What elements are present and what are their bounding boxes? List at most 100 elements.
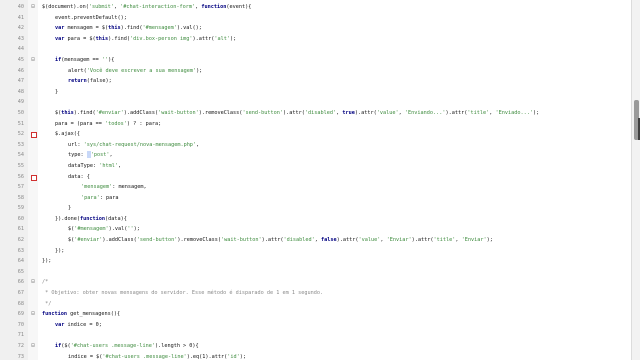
- code-line[interactable]: 58 'para': para: [0, 193, 630, 204]
- code-text[interactable]: type: 'post',: [68, 150, 113, 161]
- line-number: 60: [17, 215, 24, 222]
- code-token: ).val(: [108, 226, 128, 233]
- code-line[interactable]: 45 ⊟ if(mensagem == ''){: [0, 55, 630, 66]
- code-text[interactable]: });: [42, 256, 51, 267]
- code-text[interactable]: dataType: 'html',: [68, 161, 121, 172]
- code-line[interactable]: 59}: [0, 203, 630, 214]
- code-token: function: [42, 311, 67, 318]
- code-lines[interactable]: 40 ⊟ $(document).on('submit', '#chat-inter…: [0, 2, 630, 362]
- code-token: indice = $(: [68, 353, 103, 360]
- code-text[interactable]: 'para': para: [81, 193, 119, 204]
- code-line[interactable]: 46 alert('Você deve escrever a sua mensag…: [0, 66, 630, 77]
- code-line[interactable]: 47 return(false);: [0, 76, 630, 87]
- code-text[interactable]: if($('#chat-users .message-line').length…: [55, 341, 199, 352]
- code-line[interactable]: 70 var indice = 0;: [0, 320, 630, 331]
- code-line[interactable]: 50 $(this).find('#enviar').addClass('wait…: [0, 108, 630, 119]
- line-number: 44: [17, 46, 24, 53]
- code-text[interactable]: }: [68, 203, 71, 214]
- code-text[interactable]: /*: [42, 277, 48, 288]
- fold-toggle-icon[interactable]: ⊟: [30, 279, 36, 285]
- code-line[interactable]: 49: [0, 97, 630, 108]
- code-text[interactable]: $(this).find('#enviar').addClass('wait-b…: [55, 108, 539, 119]
- code-line[interactable]: 56 data: {: [0, 172, 630, 183]
- code-text[interactable]: * Objetivo: obter novas mensagens do ser…: [42, 288, 323, 299]
- breakpoint-icon[interactable]: [31, 132, 37, 139]
- code-line[interactable]: 71: [0, 330, 630, 341]
- code-token: var: [55, 321, 65, 328]
- line-number: 43: [17, 35, 24, 42]
- code-editor[interactable]: 40 ⊟ $(document).on('submit', '#chat-inter…: [0, 0, 640, 360]
- code-text[interactable]: para = (para == 'todos') ? : para;: [55, 119, 161, 130]
- code-text[interactable]: alert('Você deve escrever a sua mensagem…: [68, 66, 202, 77]
- code-line[interactable]: 60 }).done(function(data){: [0, 214, 630, 225]
- code-text[interactable]: event.preventDefault();: [55, 13, 127, 24]
- breakpoint-icon[interactable]: [31, 174, 37, 181]
- code-token: 'todos': [104, 120, 127, 127]
- line-number: 65: [17, 268, 24, 275]
- line-number: 56: [17, 173, 24, 180]
- code-token: 'value': [358, 237, 381, 244]
- code-token: true: [342, 109, 355, 116]
- code-text[interactable]: $('#enviar').addClass('send-button').rem…: [68, 235, 493, 246]
- code-text[interactable]: }).done(function(data){: [55, 214, 127, 225]
- line-number: 53: [17, 141, 24, 148]
- code-text[interactable]: return(false);: [68, 76, 112, 87]
- fold-toggle-icon[interactable]: ⊟: [30, 56, 36, 63]
- code-text[interactable]: });: [55, 246, 64, 257]
- code-line[interactable]: 72 ⊟ if($('#chat-users .message-line').len…: [0, 341, 630, 352]
- code-line[interactable]: 43 var para = $(this).find('div.box-perso…: [0, 34, 630, 45]
- code-token: 'wait-button': [158, 109, 199, 116]
- code-token: mensagem = $(: [64, 25, 109, 32]
- code-line[interactable]: 52 $.ajax({: [0, 129, 630, 140]
- code-line[interactable]: 51 para = (para == 'todos') ? : para;: [0, 119, 630, 130]
- code-token: para = (para ==: [55, 120, 105, 127]
- code-token: indice = 0;: [64, 321, 102, 328]
- code-text[interactable]: var indice = 0;: [55, 320, 102, 331]
- code-token: event.preventDefault();: [55, 14, 127, 21]
- code-token: 'alt': [214, 35, 230, 42]
- code-line[interactable]: 61 $('#mensagem').val('');: [0, 224, 630, 235]
- code-text[interactable]: var mensagem = $(this).find('#mensagem')…: [55, 23, 202, 34]
- fold-toggle-icon[interactable]: ⊟: [30, 311, 36, 317]
- vertical-scrollbar[interactable]: [631, 0, 640, 360]
- code-token: ).removeClass(: [198, 109, 243, 116]
- code-line[interactable]: 73 indice = $('#chat-users .message-line'…: [0, 352, 630, 362]
- code-text[interactable]: var para = $(this).find('div.box-person …: [55, 34, 236, 45]
- code-line[interactable]: 55 dataType: 'html',: [0, 161, 630, 172]
- code-line[interactable]: 63});: [0, 246, 630, 257]
- code-text[interactable]: $.ajax({: [55, 129, 80, 140]
- code-line[interactable]: 40 ⊟ $(document).on('submit', '#chat-inter…: [0, 2, 630, 13]
- code-line[interactable]: 42 var mensagem = $(this).find('#mensagem…: [0, 23, 630, 34]
- line-number: 49: [17, 99, 24, 106]
- code-line[interactable]: 48}: [0, 87, 630, 98]
- code-line[interactable]: 62 $('#enviar').addClass('send-button').r…: [0, 235, 630, 246]
- code-text[interactable]: url: 'sys/chat-request/nova-mensagem.php…: [68, 140, 199, 151]
- code-text[interactable]: function get_mensagens(){: [42, 309, 120, 320]
- line-number: 67: [17, 290, 24, 297]
- code-line[interactable]: 68 */: [0, 299, 630, 310]
- code-text[interactable]: $('#mensagem').val('');: [68, 224, 140, 235]
- code-line[interactable]: 44: [0, 44, 630, 55]
- code-line[interactable]: 67 * Objetivo: obter novas mensagens do …: [0, 288, 630, 299]
- code-text[interactable]: $(document).on('submit', '#chat-interact…: [42, 2, 251, 13]
- line-number: 68: [17, 300, 24, 307]
- code-line[interactable]: 65: [0, 267, 630, 278]
- code-token: return: [68, 78, 87, 85]
- fold-toggle-icon[interactable]: ⊟: [30, 4, 36, 10]
- code-line[interactable]: 41 event.preventDefault();: [0, 13, 630, 24]
- code-line[interactable]: 64});: [0, 256, 630, 267]
- code-text[interactable]: if(mensagem == ''){: [55, 55, 114, 66]
- code-line[interactable]: 53 url: 'sys/chat-request/nova-mensagem.p…: [0, 140, 630, 151]
- code-line[interactable]: 57 'mensagem': mensagem,: [0, 182, 630, 193]
- code-text[interactable]: */: [42, 299, 51, 310]
- code-text[interactable]: }: [55, 87, 58, 98]
- code-token: 'div.box-person img': [129, 35, 193, 42]
- code-line[interactable]: 54 type: 'post',: [0, 150, 630, 161]
- code-text[interactable]: data: {: [68, 172, 90, 183]
- fold-toggle-icon[interactable]: ⊟: [30, 343, 36, 349]
- code-token: 'Você deve escrever a sua mensagem': [86, 67, 197, 74]
- code-line[interactable]: 66 ⊟ /*: [0, 277, 630, 288]
- code-line[interactable]: 69 ⊟ function get_mensagens(){: [0, 309, 630, 320]
- code-text[interactable]: indice = $('#chat-users .message-line').…: [68, 352, 246, 362]
- code-text[interactable]: 'mensagem': mensagem,: [81, 182, 147, 193]
